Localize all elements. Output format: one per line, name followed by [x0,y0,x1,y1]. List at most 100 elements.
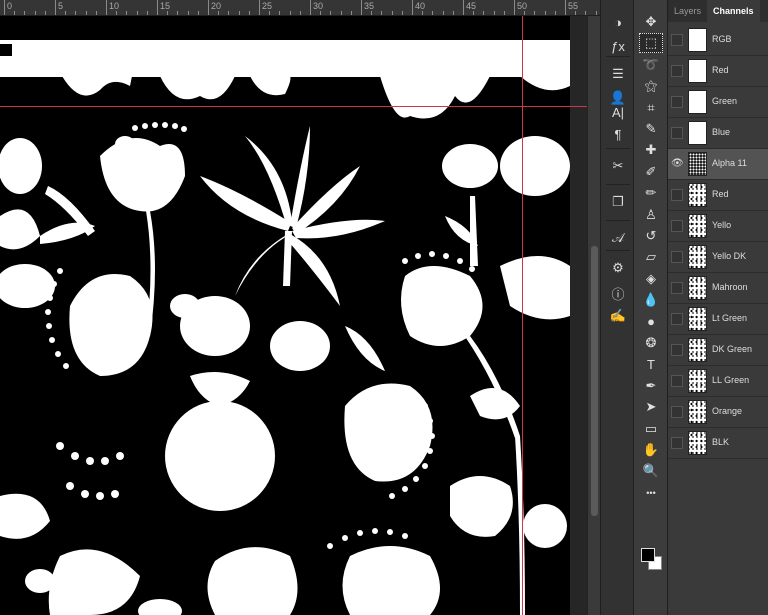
channel-thumbnail [688,90,707,114]
info-panel-icon[interactable]: ⓘ [608,283,628,303]
visibility-toggle[interactable] [671,251,683,263]
sponge-tool-icon[interactable]: ❂ [639,333,663,353]
lasso-tool-icon[interactable]: ➰ [639,55,663,75]
visibility-toggle[interactable] [671,34,683,46]
channel-row[interactable]: BLK [668,428,768,459]
paragraph-panel-icon[interactable]: ¶ [608,124,628,144]
paint-bucket-tool-icon[interactable]: ◈ [639,269,663,289]
channel-thumbnail [688,369,707,393]
path-selection-tool-icon[interactable]: ➤ [639,397,663,417]
tool-presets-panel-icon[interactable]: ✂ [608,156,628,176]
ruler-tick [95,11,97,15]
ruler-tick [106,0,107,15]
glyphs-panel-icon[interactable]: 𝒜 [608,228,628,248]
channel-name: Yello [712,220,732,230]
ruler-tick [85,11,87,15]
ruler-tick [167,11,169,15]
vertical-scrollbar[interactable] [587,16,600,615]
strip-divider [606,148,630,149]
horizontal-ruler[interactable]: 0510152025303540455055606570 [0,0,600,16]
channel-row[interactable]: Green [668,87,768,118]
ruler-tick [554,11,556,15]
visibility-toggle[interactable] [671,220,683,232]
healing-brush-tool-icon[interactable]: ✚ [639,140,663,160]
channel-thumbnail [688,28,707,52]
crop-tool-icon[interactable]: ⌗ [639,98,663,118]
channel-thumbnail [688,214,707,238]
type-tool-icon[interactable]: T [639,354,663,374]
channel-name: LL Green [712,375,750,385]
channel-row[interactable]: Mahroon [668,273,768,304]
ruler-tick [575,11,577,15]
ruler-label: 15 [160,1,171,11]
ruler-tick [279,11,281,15]
channel-row[interactable]: 👁 Alpha 11 [668,149,768,180]
brushes-panel-icon[interactable]: ✍ [608,306,628,326]
tab-channels[interactable]: Channels [707,0,760,22]
color-panel-icon[interactable]: ◑ [608,12,628,32]
ruler-tick [136,11,138,15]
channel-thumbnail [688,276,707,300]
channels-panel: Layers Channels RGB Red Green Blue 👁 Alpha 11 R… [668,0,768,615]
visibility-toggle[interactable] [671,96,683,108]
eye-icon[interactable]: 👁 [671,158,684,170]
eyedropper-tool-icon[interactable]: ✎ [639,119,663,139]
channel-row[interactable]: Red [668,56,768,87]
visibility-toggle[interactable] [671,344,683,356]
eraser-tool-icon[interactable]: ▱ [639,247,663,267]
channel-list: RGB Red Green Blue 👁 Alpha 11 Red Yello Yello DK… [668,25,768,459]
adjustments-panel-icon[interactable]: ƒx [608,36,628,56]
visibility-toggle[interactable] [671,375,683,387]
channel-row[interactable]: Lt Green [668,304,768,335]
ruler-tick [289,11,291,15]
visibility-toggle[interactable] [671,65,683,77]
more-tools-icon[interactable]: ••• [639,483,663,503]
channel-name: Blue [712,127,731,137]
channel-row[interactable]: Blue [668,118,768,149]
channel-row[interactable]: Orange [668,397,768,428]
rectangle-tool-icon[interactable]: ▭ [639,419,663,439]
ruler-tick [320,11,322,15]
hand-tool-icon[interactable]: ✋ [639,440,663,460]
character-panel-icon[interactable]: A| [608,102,628,122]
visibility-toggle[interactable] [671,437,683,449]
pencil-tool-icon[interactable]: ✏ [639,183,663,203]
channel-row[interactable]: DK Green [668,335,768,366]
visibility-toggle[interactable] [671,406,683,418]
clone-stamp-tool-icon[interactable]: ♙ [639,205,663,225]
ruler-tick [157,0,158,15]
visibility-toggle[interactable] [671,189,683,201]
brush-tool-icon[interactable]: ✐ [639,162,663,182]
move-tool-icon[interactable]: ✥ [639,12,663,32]
clone-source-panel-icon[interactable]: ❐ [608,192,628,212]
visibility-toggle[interactable] [671,313,683,325]
channel-name: BLK [712,437,730,447]
ruler-tick [269,11,271,15]
ruler-tick [34,11,36,15]
channel-row[interactable]: Yello [668,211,768,242]
tab-layers[interactable]: Layers [668,0,707,22]
channel-row[interactable]: Yello DK [668,242,768,273]
dodge-tool-icon[interactable]: ● [639,312,663,332]
channel-thumbnail [688,400,707,424]
channel-row[interactable]: RGB [668,25,768,56]
horizontal-guide[interactable] [0,106,587,107]
canvas-area[interactable] [0,16,587,615]
channel-row[interactable]: Red [668,180,768,211]
foreground-color-swatch[interactable] [641,548,655,562]
scrollbar-thumb[interactable] [591,246,598,516]
brush-settings-panel-icon[interactable]: ⚙ [608,258,628,278]
vertical-guide[interactable] [522,16,523,615]
history-brush-tool-icon[interactable]: ↺ [639,226,663,246]
marquee-tool-icon[interactable]: ⬚ [639,33,663,54]
ruler-label: 0 [7,1,13,11]
visibility-toggle[interactable] [671,282,683,294]
zoom-tool-icon[interactable]: 🔍 [639,461,663,481]
properties-panel-icon[interactable]: ☰ [608,64,628,84]
blur-tool-icon[interactable]: 💧 [639,290,663,310]
visibility-toggle[interactable] [671,127,683,139]
channel-row[interactable]: LL Green [668,366,768,397]
magic-wand-tool-icon[interactable]: ⚝ [639,76,663,96]
pen-tool-icon[interactable]: ✒ [639,376,663,396]
ruler-tick [493,11,495,15]
